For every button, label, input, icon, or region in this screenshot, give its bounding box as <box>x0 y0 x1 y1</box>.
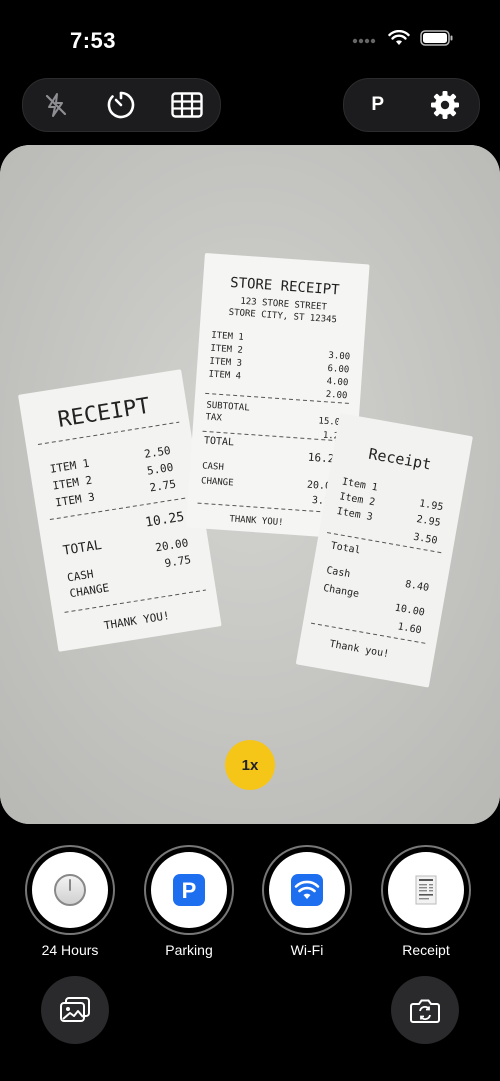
status-bar: 7:53 <box>0 0 500 78</box>
gear-icon <box>431 91 460 119</box>
mode-inner: P <box>151 852 227 928</box>
mode-receipt[interactable]: Receipt <box>381 845 471 958</box>
camera-preview-scene: RECEIPT ITEM 1 2.50 ITEM 2 5.00 ITEM 3 2… <box>0 145 500 824</box>
receipt-middle-total-label: TOTAL <box>204 435 235 448</box>
zoom-button[interactable]: 1x <box>225 740 275 790</box>
photo-gallery-icon <box>60 997 90 1022</box>
profile-button[interactable]: P <box>352 79 404 131</box>
receipt-middle-cash-label: CASH <box>202 461 224 472</box>
mode-inner <box>388 852 464 928</box>
cellular-signal-icon <box>352 38 376 44</box>
mode-label: Wi-Fi <box>290 942 324 958</box>
timer-icon <box>108 91 135 119</box>
battery-icon <box>420 30 453 46</box>
parking-icon: P <box>173 874 205 906</box>
mode-label: 24 Hours <box>41 942 99 958</box>
mode-label: Parking <box>165 942 213 958</box>
clock-icon <box>54 874 86 906</box>
mode-inner <box>269 852 345 928</box>
camera-viewfinder[interactable]: RECEIPT ITEM 1 2.50 ITEM 2 5.00 ITEM 3 2… <box>0 145 500 824</box>
mode-label: Receipt <box>402 942 450 958</box>
mode-wifi[interactable]: Wi-Fi <box>262 845 352 958</box>
mode-ring <box>25 845 115 935</box>
settings-button[interactable] <box>419 79 471 131</box>
wifi-icon <box>291 874 323 906</box>
wifi-status-icon <box>388 30 410 45</box>
profile-letter: P <box>371 94 385 115</box>
gallery-button[interactable] <box>41 976 109 1044</box>
receipt-middle-item-price: 2.00 <box>325 390 347 401</box>
mode-24-hours[interactable]: 24 Hours <box>25 845 115 958</box>
mode-ring <box>381 845 471 935</box>
status-time: 7:53 <box>70 28 117 53</box>
switch-camera-button[interactable] <box>391 976 459 1044</box>
mode-inner <box>32 852 108 928</box>
status-icons <box>352 30 454 46</box>
receipt-middle-item-price: 4.00 <box>326 377 348 388</box>
receipt-middle-item-price: 6.00 <box>327 364 349 375</box>
mode-parking[interactable]: P Parking <box>144 845 234 958</box>
grid-button[interactable] <box>161 79 213 131</box>
flash-off-icon <box>45 93 66 117</box>
mode-ring <box>262 845 352 935</box>
settings-bar: P <box>343 78 480 132</box>
flash-toggle-button[interactable] <box>30 79 82 131</box>
receipt-middle-tax-label: TAX <box>205 412 222 423</box>
mode-ring: P <box>144 845 234 935</box>
receipt-middle-item-price: 3.00 <box>328 351 350 362</box>
svg-text:P: P <box>182 878 197 903</box>
grid-icon <box>171 92 203 118</box>
receipt-icon <box>415 875 437 905</box>
camera-tools-bar <box>22 78 221 132</box>
switch-camera-icon <box>410 999 440 1023</box>
timer-button[interactable] <box>95 79 147 131</box>
